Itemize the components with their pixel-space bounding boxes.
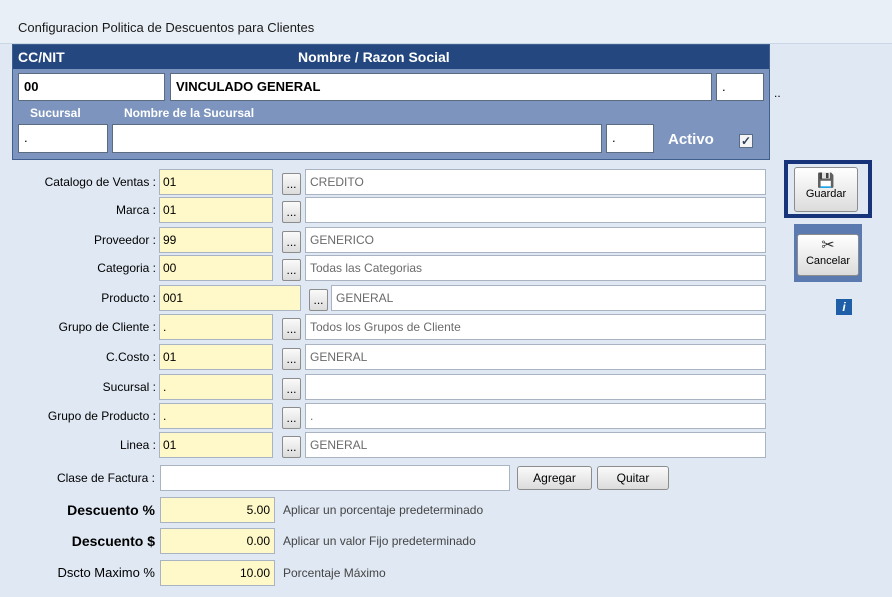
form-label: Marca : bbox=[115, 203, 156, 217]
active-checkbox[interactable]: ✓ bbox=[739, 134, 753, 148]
discount-input[interactable]: 5.00 bbox=[160, 497, 275, 523]
invoice-class-label: Clase de Factura : bbox=[56, 471, 155, 485]
form-label: C.Costo : bbox=[105, 350, 156, 364]
description-field bbox=[305, 374, 766, 400]
cc-label: CC/NIT bbox=[18, 49, 65, 65]
active-label: Activo bbox=[668, 131, 714, 148]
code-input[interactable]: . bbox=[159, 403, 273, 429]
cc-field[interactable]: 00 bbox=[18, 73, 165, 101]
add-button[interactable]: Agregar bbox=[517, 466, 592, 490]
name-label: Nombre / Razon Social bbox=[298, 49, 450, 65]
floppy-icon: 💾 bbox=[817, 172, 835, 188]
form-label: Grupo de Cliente : bbox=[58, 320, 156, 334]
lookup-button[interactable]: ... bbox=[282, 436, 301, 458]
description-field: . bbox=[305, 403, 766, 429]
save-label: Guardar bbox=[805, 188, 847, 200]
description-field: GENERAL bbox=[305, 344, 766, 370]
window-title: Configuracion Politica de Descuentos par… bbox=[18, 20, 315, 35]
form-label: Proveedor : bbox=[93, 233, 156, 247]
description-field: GENERAL bbox=[305, 432, 766, 458]
lookup-button[interactable]: ... bbox=[282, 348, 301, 370]
lookup-button[interactable]: ... bbox=[282, 318, 301, 340]
form-label: Sucursal : bbox=[102, 380, 156, 394]
branch-field[interactable]: . bbox=[18, 124, 108, 153]
lookup-button[interactable]: ... bbox=[282, 259, 301, 281]
lookup-button[interactable]: ... bbox=[309, 289, 328, 311]
code-input[interactable]: 01 bbox=[159, 344, 273, 370]
discount-label: Descuento $ bbox=[71, 533, 155, 549]
form-label: Catalogo de Ventas : bbox=[44, 175, 156, 189]
branch-name-field[interactable] bbox=[112, 124, 602, 153]
code-input[interactable]: 99 bbox=[159, 227, 273, 253]
branch-name-label: Nombre de la Sucursal bbox=[124, 106, 255, 120]
description-field bbox=[305, 197, 766, 223]
lookup-button[interactable]: ... bbox=[282, 407, 301, 429]
discount-label: Descuento % bbox=[67, 502, 155, 518]
branch-extra-field[interactable]: . bbox=[606, 124, 654, 153]
description-field: Todas las Categorias bbox=[305, 255, 766, 281]
discount-label: Dscto Maximo % bbox=[57, 565, 155, 580]
code-input[interactable]: 01 bbox=[159, 169, 273, 195]
save-button[interactable]: 💾 Guardar bbox=[794, 167, 858, 212]
discount-hint: Aplicar un porcentaje predeterminado bbox=[283, 503, 484, 517]
lookup-button[interactable]: ... bbox=[282, 173, 301, 195]
cancel-button[interactable]: ✂ Cancelar bbox=[797, 234, 859, 276]
description-field: CREDITO bbox=[305, 169, 766, 195]
form-label: Categoria : bbox=[97, 261, 156, 275]
discount-hint: Aplicar un valor Fijo predeterminado bbox=[283, 534, 476, 548]
code-input[interactable]: 001 bbox=[159, 285, 301, 311]
remove-button[interactable]: Quitar bbox=[597, 466, 669, 490]
scissors-icon: ✂ bbox=[821, 237, 835, 254]
lookup-button[interactable]: ... bbox=[282, 201, 301, 223]
form-label: Linea : bbox=[119, 438, 156, 452]
invoice-class-input[interactable] bbox=[160, 465, 510, 491]
name-field[interactable]: VINCULADO GENERAL bbox=[170, 73, 712, 101]
discount-hint: Porcentaje Máximo bbox=[283, 566, 386, 580]
form-label: Grupo de Producto : bbox=[47, 409, 156, 423]
lookup-button[interactable]: ... bbox=[282, 231, 301, 253]
discount-input[interactable]: 10.00 bbox=[160, 560, 275, 586]
branch-label: Sucursal bbox=[30, 106, 81, 120]
extra-field[interactable]: . bbox=[716, 73, 764, 101]
form-label: Producto : bbox=[101, 291, 156, 305]
discount-input[interactable]: 0.00 bbox=[160, 528, 275, 554]
description-field: GENERAL bbox=[331, 285, 766, 311]
code-input[interactable]: 01 bbox=[159, 197, 273, 223]
code-input[interactable]: . bbox=[159, 374, 273, 400]
cancel-label: Cancelar bbox=[805, 255, 851, 267]
info-icon[interactable]: i bbox=[836, 299, 852, 315]
description-field: GENERICO bbox=[305, 227, 766, 253]
side-dots: .. bbox=[774, 86, 781, 100]
code-input[interactable]: 01 bbox=[159, 432, 273, 458]
code-input[interactable]: 00 bbox=[159, 255, 273, 281]
description-field: Todos los Grupos de Cliente bbox=[305, 314, 766, 340]
lookup-button[interactable]: ... bbox=[282, 378, 301, 400]
code-input[interactable]: . bbox=[159, 314, 273, 340]
